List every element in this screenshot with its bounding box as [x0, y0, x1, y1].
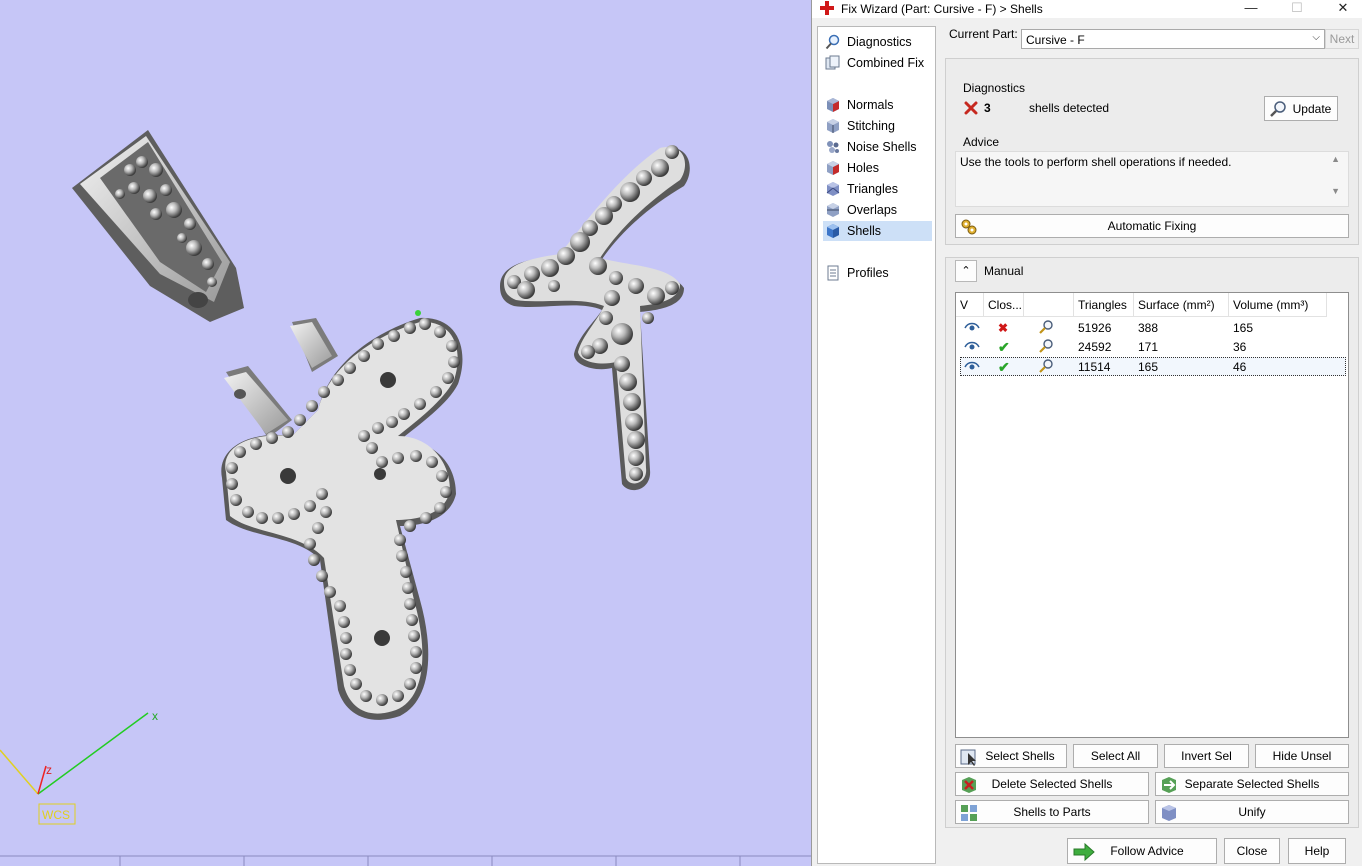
profiles-doc-icon [827, 265, 839, 281]
chevron-double-up-icon: ⌃ [961, 265, 971, 277]
letter-f-model [500, 145, 690, 491]
table-row[interactable]: ✖ 51926 388 165 [960, 319, 1346, 338]
triangles-cube-icon [826, 182, 840, 196]
title-bar[interactable]: Fix Wizard (Part: Cursive - F) > Shells … [812, 0, 1362, 18]
close-button[interactable]: Close [1224, 838, 1280, 864]
closed-check-icon: ✔ [998, 359, 1010, 375]
red-cross-icon [820, 1, 834, 15]
diagnostics-heading: Diagnostics [963, 81, 1026, 95]
collapse-manual-button[interactable]: ⌃ [955, 260, 977, 282]
table-row[interactable]: ✔ 24592 171 36 [960, 338, 1346, 357]
zoom-to-shell-icon[interactable] [1038, 338, 1054, 357]
nav-item-overlaps[interactable]: Overlaps [823, 200, 932, 220]
bail-model [72, 130, 244, 322]
column-header-volume[interactable]: Volume (mm³) [1229, 293, 1327, 317]
diagnostics-panel: Diagnostics 3 shells detected Update Adv… [945, 58, 1359, 245]
close-window-button[interactable]: ✕ [1320, 0, 1362, 18]
current-part-select[interactable]: Cursive - F ⌵ [1021, 29, 1325, 49]
follow-advice-button[interactable]: Follow Advice [1067, 838, 1217, 864]
shells-detected-text: shells detected [1029, 101, 1110, 115]
minimize-button[interactable]: — [1228, 0, 1274, 18]
noise-shells-icon [827, 141, 839, 153]
advice-heading: Advice [963, 135, 1000, 149]
column-header-zoom[interactable] [1024, 293, 1074, 317]
overlaps-cube-icon [827, 203, 839, 217]
shells-to-parts-icon [961, 805, 977, 821]
select-shells-button[interactable]: Select Shells [955, 744, 1067, 768]
closed-check-icon: ✔ [998, 339, 1010, 355]
column-header-visible[interactable]: V [956, 293, 984, 317]
green-arrow-icon [1073, 842, 1095, 862]
automatic-fixing-button[interactable]: Automatic Fixing [955, 214, 1349, 238]
column-header-triangles[interactable]: Triangles [1074, 293, 1134, 317]
chevron-down-icon: ⌵ [1312, 32, 1320, 43]
3d-viewport[interactable]: x z WCS [0, 0, 811, 866]
delete-shells-icon [962, 777, 976, 793]
invert-selection-button[interactable]: Invert Sel [1164, 744, 1249, 768]
hide-unselected-button[interactable]: Hide Unsel [1255, 744, 1349, 768]
nav-item-noise-shells[interactable]: Noise Shells [823, 137, 932, 157]
combined-fix-icon [825, 55, 840, 70]
window-title: Fix Wizard (Part: Cursive - F) > Shells [841, 2, 1043, 16]
select-all-button[interactable]: Select All [1073, 744, 1158, 768]
update-button[interactable]: Update [1264, 96, 1338, 121]
viewport-canvas[interactable]: x z WCS [0, 0, 811, 866]
shell-count: 3 [984, 101, 991, 115]
current-part-label: Current Part: [949, 27, 1018, 41]
zoom-to-shell-icon[interactable] [1038, 358, 1054, 377]
nav-item-shells[interactable]: Shells [823, 221, 932, 241]
nav-item-combined-fix[interactable]: Combined Fix [823, 53, 932, 73]
nav-item-stitching[interactable]: Stitching [823, 116, 932, 136]
shells-to-parts-button[interactable]: Shells to Parts [955, 800, 1149, 824]
nav-item-profiles[interactable]: Profiles [823, 263, 932, 283]
magnifier-icon [825, 34, 840, 50]
current-part-value: Cursive - F [1026, 33, 1085, 47]
help-button[interactable]: Help [1288, 838, 1346, 864]
scroll-down-icon[interactable]: ▼ [1331, 186, 1340, 196]
nav-item-holes[interactable]: Holes [823, 158, 932, 178]
nav-item-diagnostics[interactable]: Diagnostics [823, 32, 932, 52]
shells-table[interactable]: V Clos... Triangles Surface (mm²) Volume… [955, 292, 1349, 738]
advice-box: Use the tools to perform shell operation… [955, 151, 1349, 207]
nav-item-triangles[interactable]: Triangles [823, 179, 932, 199]
maximize-button[interactable]: ☐ [1274, 0, 1320, 18]
advice-text: Use the tools to perform shell operation… [960, 155, 1232, 169]
select-shells-icon [960, 749, 976, 766]
viewport-ruler [0, 855, 811, 866]
eye-toggle-icon[interactable] [964, 358, 980, 377]
z-axis-label: z [46, 763, 52, 777]
holes-cube-icon [827, 161, 839, 175]
gears-icon [961, 219, 977, 235]
magnifier-icon [1270, 101, 1286, 117]
nav-item-normals[interactable]: Normals [823, 95, 932, 115]
unify-button[interactable]: Unify [1155, 800, 1349, 824]
error-x-icon [964, 101, 978, 115]
wizard-nav: Diagnostics Combined Fix Normals Stitchi… [817, 26, 936, 864]
next-button[interactable]: Next [1325, 29, 1359, 49]
stitching-cube-icon [827, 119, 839, 133]
zoom-to-shell-icon[interactable] [1038, 319, 1054, 338]
delete-selected-shells-button[interactable]: Delete Selected Shells [955, 772, 1149, 796]
separate-shells-icon [1162, 777, 1176, 793]
scroll-up-icon[interactable]: ▲ [1331, 154, 1340, 164]
fix-wizard-dialog: Fix Wizard (Part: Cursive - F) > Shells … [811, 0, 1362, 866]
pendant-model [221, 310, 463, 720]
axis-indicator: x z WCS [0, 709, 158, 825]
table-row[interactable]: ✔ 11514 165 46 [960, 357, 1346, 376]
normals-cube-icon [827, 98, 839, 112]
eye-toggle-icon[interactable] [964, 319, 980, 338]
wcs-label: WCS [42, 808, 70, 822]
open-status-icon: ✖ [998, 321, 1009, 335]
x-axis-label: x [152, 709, 158, 723]
column-header-closed[interactable]: Clos... [984, 293, 1024, 317]
column-header-surface[interactable]: Surface (mm²) [1134, 293, 1229, 317]
separate-selected-shells-button[interactable]: Separate Selected Shells [1155, 772, 1349, 796]
unify-cube-icon [1162, 805, 1176, 821]
eye-toggle-icon[interactable] [964, 338, 980, 357]
manual-panel: ⌃ Manual V Clos... Triangles Surface (mm… [945, 257, 1359, 828]
shells-cube-icon [827, 224, 839, 238]
manual-heading: Manual [984, 264, 1024, 278]
